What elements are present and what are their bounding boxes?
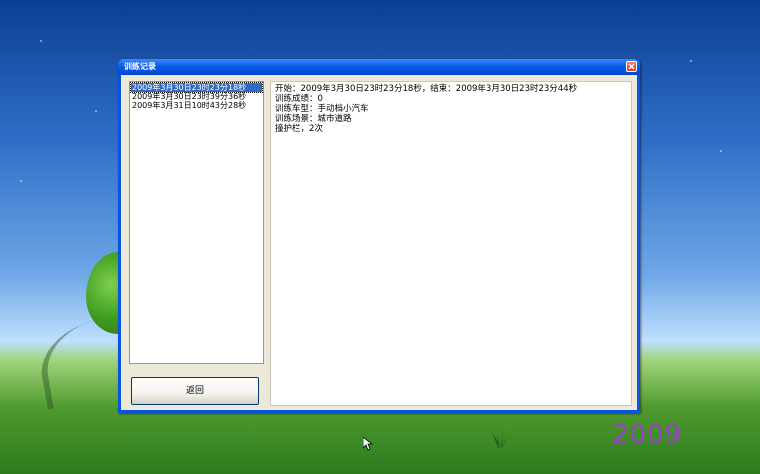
record-detail-text[interactable]: 开始：2009年3月30日23时23分18秒，结束：2009年3月30日23时2…	[270, 81, 632, 406]
detail-collision: 撞护栏，2次	[275, 124, 323, 134]
training-record-window: 训练记录 2009年3月30日23时23分18秒 2009年3月30日23时39…	[118, 59, 640, 413]
detail-scene: 训练场景：城市道路	[275, 114, 352, 124]
window-client-area: 2009年3月30日23时23分18秒 2009年3月30日23时39分36秒 …	[121, 75, 637, 410]
record-list-item[interactable]: 2009年3月31日10时43分28秒	[131, 101, 262, 110]
detail-score: 训练成绩：0	[275, 94, 323, 104]
star-decoration	[720, 150, 722, 152]
window-title: 训练记录	[124, 62, 156, 71]
record-list-item[interactable]: 2009年3月30日23时39分36秒	[131, 92, 262, 101]
star-decoration	[20, 180, 22, 182]
detail-time-range: 开始：2009年3月30日23时23分18秒，结束：2009年3月30日23时2…	[275, 84, 578, 94]
star-decoration	[40, 40, 42, 42]
record-list[interactable]: 2009年3月30日23时23分18秒 2009年3月30日23时39分36秒 …	[129, 81, 264, 364]
desktop-year-text: 2009	[612, 420, 683, 450]
close-button[interactable]	[626, 61, 637, 72]
record-list-item[interactable]: 2009年3月30日23时23分18秒	[130, 82, 263, 93]
back-button[interactable]: 返回	[131, 377, 259, 405]
close-icon	[628, 63, 635, 70]
star-decoration	[690, 60, 692, 62]
detail-vehicle-type: 训练车型：手动档小汽车	[275, 104, 369, 114]
star-decoration	[95, 110, 97, 112]
title-bar[interactable]: 训练记录	[118, 59, 640, 75]
grass-tuft-decoration	[492, 428, 508, 448]
mouse-pointer-icon	[363, 437, 373, 451]
